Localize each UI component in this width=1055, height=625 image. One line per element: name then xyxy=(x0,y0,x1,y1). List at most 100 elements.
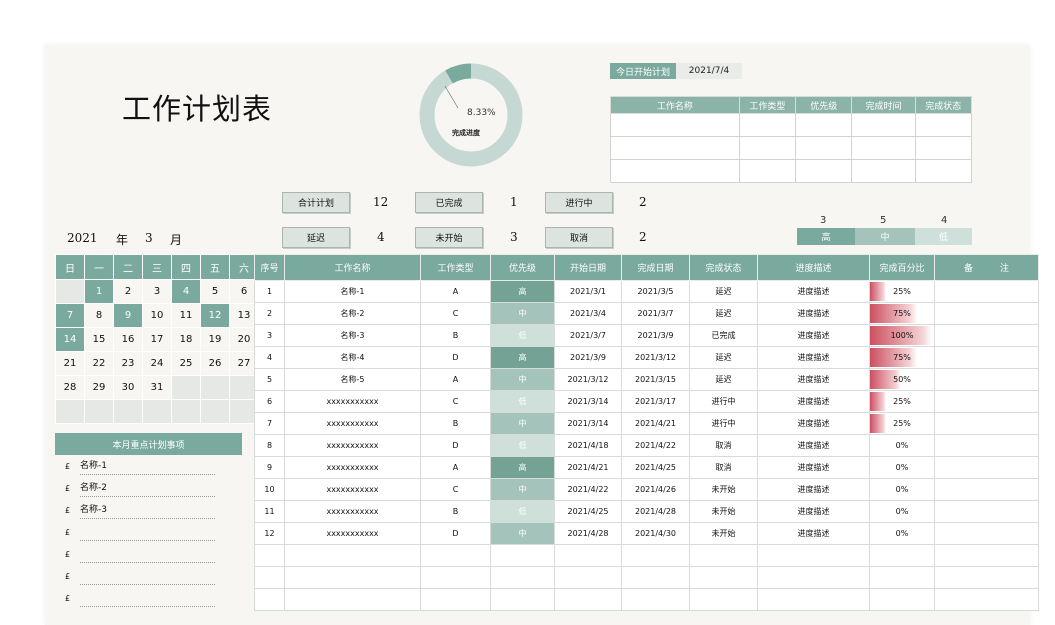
row-type[interactable]: D xyxy=(420,434,491,457)
row-priority[interactable]: 低 xyxy=(490,324,555,347)
row-name[interactable]: 名称-4 xyxy=(284,346,421,369)
row-name[interactable]: xxxxxxxxxxx xyxy=(284,456,421,479)
row-end[interactable]: 2021/3/9 xyxy=(621,324,690,347)
row-desc[interactable]: 进度描述 xyxy=(757,302,870,325)
row-start[interactable]: 2021/4/22 xyxy=(554,478,622,501)
calendar-day[interactable]: 3 xyxy=(142,279,172,304)
row-percent[interactable]: 25% xyxy=(869,280,935,303)
row-no[interactable]: 1 xyxy=(254,280,285,303)
cancel-button[interactable]: 取消 xyxy=(545,227,613,248)
row-type[interactable]: C xyxy=(420,302,491,325)
row-start[interactable]: 2021/3/14 xyxy=(554,390,622,413)
row-end[interactable]: 2021/4/30 xyxy=(621,522,690,545)
row-percent[interactable]: 0% xyxy=(869,500,935,523)
calendar-day[interactable]: 10 xyxy=(142,303,172,328)
focus-item[interactable]: £ 名称-1 xyxy=(55,455,242,477)
focus-item[interactable]: £ xyxy=(55,543,242,565)
row-remark[interactable] xyxy=(934,412,1039,435)
delay-button[interactable]: 延迟 xyxy=(282,227,350,248)
row-desc[interactable]: 进度描述 xyxy=(757,346,870,369)
row-start[interactable]: 2021/4/25 xyxy=(554,500,622,523)
row-desc[interactable]: 进度描述 xyxy=(757,500,870,523)
row-status[interactable]: 未开始 xyxy=(689,478,758,501)
row-priority[interactable]: 低 xyxy=(490,500,555,523)
row-desc[interactable]: 进度描述 xyxy=(757,390,870,413)
calendar-day[interactable]: 12 xyxy=(200,303,230,328)
row-remark[interactable] xyxy=(934,390,1039,413)
row-priority[interactable]: 高 xyxy=(490,280,555,303)
ongoing-button[interactable]: 进行中 xyxy=(545,192,613,213)
calendar-day[interactable]: 5 xyxy=(200,279,230,304)
row-start[interactable]: 2021/4/28 xyxy=(554,522,622,545)
row-status[interactable]: 延迟 xyxy=(689,346,758,369)
row-priority[interactable]: 低 xyxy=(490,434,555,457)
calendar-day[interactable]: 19 xyxy=(200,327,230,352)
row-priority[interactable]: 高 xyxy=(490,346,555,369)
row-end[interactable]: 2021/3/7 xyxy=(621,302,690,325)
row-name[interactable]: xxxxxxxxxxx xyxy=(284,412,421,435)
row-type[interactable]: A xyxy=(420,456,491,479)
row-name[interactable]: xxxxxxxxxxx xyxy=(284,478,421,501)
row-type[interactable]: C xyxy=(420,478,491,501)
row-start[interactable]: 2021/4/18 xyxy=(554,434,622,457)
row-no[interactable]: 5 xyxy=(254,368,285,391)
focus-item[interactable]: £ xyxy=(55,521,242,543)
row-start[interactable]: 2021/3/4 xyxy=(554,302,622,325)
row-no[interactable]: 12 xyxy=(254,522,285,545)
table-row-empty[interactable] xyxy=(254,544,1039,567)
row-desc[interactable]: 进度描述 xyxy=(757,456,870,479)
row-name[interactable]: 名称-2 xyxy=(284,302,421,325)
calendar-day[interactable]: 16 xyxy=(113,327,143,352)
row-percent[interactable]: 0% xyxy=(869,456,935,479)
table-row[interactable]: 4 名称-4 D 高 2021/3/9 2021/3/12 延迟 进度描述 75% xyxy=(254,346,1039,369)
row-name[interactable]: xxxxxxxxxxx xyxy=(284,390,421,413)
row-status[interactable]: 取消 xyxy=(689,434,758,457)
row-start[interactable]: 2021/3/12 xyxy=(554,368,622,391)
row-remark[interactable] xyxy=(934,478,1039,501)
row-remark[interactable] xyxy=(934,522,1039,545)
row-end[interactable]: 2021/4/28 xyxy=(621,500,690,523)
table-row[interactable]: 8 xxxxxxxxxxx D 低 2021/4/18 2021/4/22 取消 进度描述 0% xyxy=(254,434,1039,457)
table-row-empty[interactable] xyxy=(254,588,1039,611)
row-type[interactable]: A xyxy=(420,368,491,391)
row-percent[interactable]: 75% xyxy=(869,346,935,369)
row-type[interactable]: D xyxy=(420,522,491,545)
row-name[interactable]: xxxxxxxxxxx xyxy=(284,522,421,545)
calendar-day[interactable]: 25 xyxy=(171,351,201,376)
row-end[interactable]: 2021/4/25 xyxy=(621,456,690,479)
not-started-button[interactable]: 未开始 xyxy=(415,227,483,248)
row-desc[interactable]: 进度描述 xyxy=(757,434,870,457)
row-end[interactable]: 2021/4/26 xyxy=(621,478,690,501)
calendar-day[interactable]: 23 xyxy=(113,351,143,376)
calendar-day[interactable]: 29 xyxy=(84,375,114,400)
table-row[interactable]: 12 xxxxxxxxxxx D 中 2021/4/28 2021/4/30 未开始 进度描述… xyxy=(254,522,1039,545)
focus-item[interactable]: £ 名称-2 xyxy=(55,477,242,499)
row-percent[interactable]: 0% xyxy=(869,478,935,501)
row-no[interactable]: 7 xyxy=(254,412,285,435)
row-no[interactable]: 9 xyxy=(254,456,285,479)
calendar-day[interactable]: 21 xyxy=(55,351,85,376)
row-priority[interactable]: 中 xyxy=(490,478,555,501)
row-status[interactable]: 取消 xyxy=(689,456,758,479)
calendar-day[interactable]: 30 xyxy=(113,375,143,400)
row-remark[interactable] xyxy=(934,434,1039,457)
calendar-day[interactable]: 17 xyxy=(142,327,172,352)
row-status[interactable]: 未开始 xyxy=(689,522,758,545)
table-row[interactable]: 7 xxxxxxxxxxx B 中 2021/3/14 2021/4/21 进行中 进度描述 2… xyxy=(254,412,1039,435)
row-percent[interactable]: 75% xyxy=(869,302,935,325)
row-end[interactable]: 2021/3/12 xyxy=(621,346,690,369)
calendar-day[interactable]: 7 xyxy=(55,303,85,328)
row-name[interactable]: xxxxxxxxxxx xyxy=(284,434,421,457)
row-type[interactable]: C xyxy=(420,390,491,413)
row-desc[interactable]: 进度描述 xyxy=(757,368,870,391)
calendar-day[interactable]: 14 xyxy=(55,327,85,352)
focus-item[interactable]: £ xyxy=(55,587,242,609)
row-type[interactable]: A xyxy=(420,280,491,303)
row-desc[interactable]: 进度描述 xyxy=(757,324,870,347)
focus-item[interactable]: £ xyxy=(55,565,242,587)
row-status[interactable]: 延迟 xyxy=(689,280,758,303)
row-type[interactable]: B xyxy=(420,500,491,523)
row-remark[interactable] xyxy=(934,280,1039,303)
row-status[interactable]: 进行中 xyxy=(689,390,758,413)
table-row[interactable]: 6 xxxxxxxxxxx C 低 2021/3/14 2021/3/17 进行中 进度描述 2… xyxy=(254,390,1039,413)
